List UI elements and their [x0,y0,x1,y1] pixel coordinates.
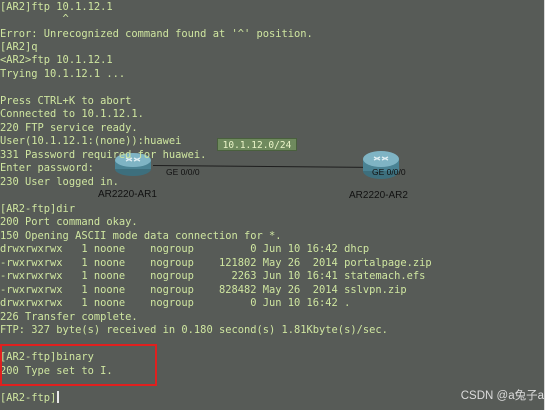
terminal-line: drwxrwxrwx 1 noone nogroup 0 Jun 10 16:4… [0,243,370,255]
terminal-line: [AR2]q [0,41,38,53]
terminal-prompt: [AR2-ftp] [0,392,57,404]
terminal-line: Press CTRL+K to abort [0,95,132,107]
terminal-line: -rwxrwxrwx 1 noone nogroup 121802 May 26… [0,257,432,269]
router-ar1-port-label: GE 0/0/0 [166,167,200,177]
router-ar1-label: AR2220-AR1 [98,189,157,200]
terminal-line: [AR2-ftp]dir [0,203,76,215]
terminal-line: 226 Transfer complete. [0,311,138,323]
terminal-line: 331 Password required for huawei. [0,149,207,161]
highlight-annotation [0,344,157,386]
router-ar2-label: AR2220-AR2 [349,190,408,201]
terminal-line: -rwxrwxrwx 1 noone nogroup 2263 Jun 10 1… [0,270,426,282]
terminal-line: Enter password: [0,162,94,174]
terminal-line: Trying 10.1.12.1 ... [0,68,126,80]
terminal-line: drwxrwxrwx 1 noone nogroup 0 Jun 10 16:4… [0,297,351,309]
vertical-scrollbar[interactable] [544,0,554,410]
terminal-line: FTP: 327 byte(s) received in 0.180 secon… [0,324,388,336]
terminal-line: User(10.1.12.1:(none)):huawei [0,135,182,147]
terminal-line: Connected to 10.1.12.1. [0,108,144,120]
terminal-line: 220 FTP service ready. [0,122,138,134]
terminal-console[interactable]: AR2220-AR1 GE 0/0/0 AR2220-AR2 GE 0/0/0 … [0,0,544,410]
screenshot-window: AR2220-AR1 GE 0/0/0 AR2220-AR2 GE 0/0/0 … [0,0,554,410]
terminal-line: -rwxrwxrwx 1 noone nogroup 828482 May 26… [0,284,407,296]
terminal-line: 230 User logged in. [0,176,119,188]
watermark: CSDN @a兔子a [460,390,544,402]
router-ar2-port-label: GE 0/0/0 [372,167,406,177]
terminal-line: 200 Port command okay. [0,216,138,228]
terminal-prompt-line[interactable]: [AR2-ftp] [0,391,60,405]
terminal-line: 150 Opening ASCII mode data connection f… [0,230,282,242]
text-cursor [57,391,60,403]
terminal-line: <AR2>ftp 10.1.12.1 [0,54,113,66]
terminal-line: Error: Unrecognized command found at '^'… [0,28,313,40]
subnet-label: 10.1.12.0/24 [217,138,297,151]
terminal-line: ^ [0,13,69,25]
